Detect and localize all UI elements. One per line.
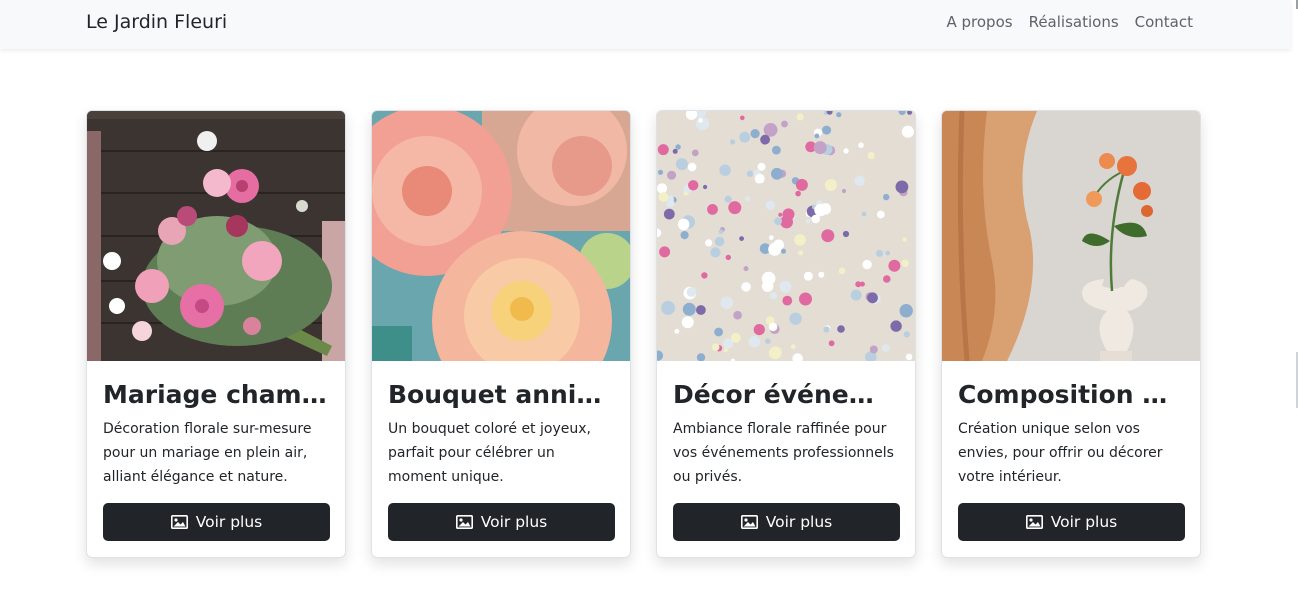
card-text: Création unique selon vos envies, pour o…	[958, 421, 1163, 485]
card-title: Composition personnalisée	[958, 380, 1184, 409]
button-label: Voir plus	[765, 513, 833, 531]
card-image-gypsophila	[657, 111, 915, 361]
card-text: Décoration florale sur-mesure pour un ma…	[103, 421, 312, 485]
card-text: Un bouquet coloré et joyeux, parfait pou…	[388, 421, 591, 485]
gypsophila-photo	[657, 111, 915, 361]
card-anniversaire: Bouquet anniversaire Un bouquet coloré e…	[371, 110, 631, 558]
image-icon	[170, 515, 188, 529]
card-mariage: Mariage champêtre Décoration florale sur…	[86, 110, 346, 558]
nav-link-contact[interactable]: Contact	[1135, 13, 1193, 31]
voir-plus-button[interactable]: Voir plus	[388, 503, 615, 541]
vase-photo	[942, 111, 1200, 361]
nav-link-a-propos[interactable]: A propos	[946, 13, 1012, 31]
wedding-bouquet-photo	[87, 111, 345, 361]
card-text: Ambiance florale raffinée pour vos événe…	[673, 421, 894, 485]
card-title: Mariage champêtre	[103, 380, 329, 409]
button-label: Voir plus	[195, 513, 263, 531]
image-icon	[455, 515, 473, 529]
card-decor: Décor événementiel Ambiance florale raff…	[656, 110, 916, 558]
card-title: Bouquet anniversaire	[388, 380, 614, 409]
image-icon	[1025, 515, 1043, 529]
voir-plus-button[interactable]: Voir plus	[673, 503, 900, 541]
dahlia-photo	[372, 111, 630, 361]
nav-links: A propos Réalisations Contact	[946, 13, 1193, 31]
navbar: Le Jardin Fleuri A propos Réalisations C…	[0, 0, 1291, 49]
voir-plus-button[interactable]: Voir plus	[103, 503, 330, 541]
card-image-dahlias	[372, 111, 630, 361]
brand-link[interactable]: Le Jardin Fleuri	[86, 11, 227, 33]
card-image-bouquet-wedding	[87, 111, 345, 361]
image-icon	[740, 515, 758, 529]
nav-link-realisations[interactable]: Réalisations	[1029, 13, 1119, 31]
card-title: Décor événementiel	[673, 380, 899, 409]
button-label: Voir plus	[480, 513, 548, 531]
button-label: Voir plus	[1050, 513, 1118, 531]
card-image-vase	[942, 111, 1200, 361]
voir-plus-button[interactable]: Voir plus	[958, 503, 1185, 541]
card-composition: Composition personnalisée Création uniqu…	[941, 110, 1201, 558]
